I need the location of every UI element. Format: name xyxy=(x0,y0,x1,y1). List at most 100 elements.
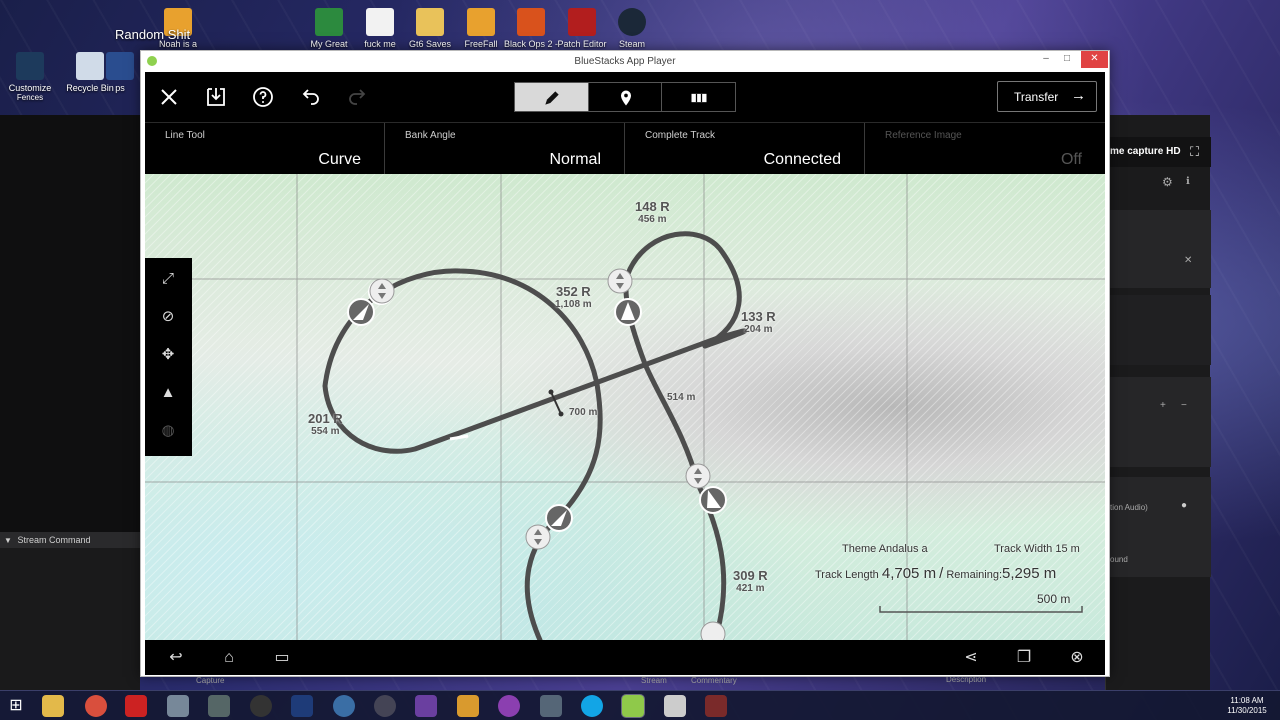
add-icon[interactable]: + xyxy=(1160,400,1166,411)
handle-diamond-b[interactable] xyxy=(607,268,633,294)
reference-image-value: Off xyxy=(1060,151,1082,168)
commentary-tab-label[interactable]: Commentary xyxy=(691,676,737,685)
reference-image-label: Reference Image xyxy=(885,130,962,141)
tab-layout[interactable] xyxy=(661,82,736,112)
capture-tab-label[interactable]: Capture xyxy=(196,676,224,685)
document-icon xyxy=(366,8,394,36)
tab-draw[interactable] xyxy=(514,82,589,112)
disabled-tool-icon: ◍ xyxy=(161,422,175,439)
complete-track-setting[interactable]: Complete Track Connected xyxy=(625,123,865,175)
bank-angle-label: Bank Angle xyxy=(405,130,456,141)
chrome-icon[interactable] xyxy=(85,695,107,717)
tab-location[interactable] xyxy=(588,82,662,112)
info-circle-icon[interactable]: ● xyxy=(1181,500,1187,511)
windows-taskbar: ⊞ 11:08 AM 11/30/2015 xyxy=(0,690,1280,720)
arrow-right-icon: → xyxy=(1071,87,1086,104)
home-icon[interactable]: ⌂ xyxy=(217,648,241,668)
capture-band-2 xyxy=(1106,377,1211,467)
file-explorer-icon[interactable] xyxy=(42,695,64,717)
columns-icon xyxy=(691,93,707,103)
window-title: BlueStacks App Player xyxy=(574,56,676,67)
maximize-button[interactable]: □ xyxy=(1057,51,1077,68)
settings-gear-icon[interactable]: ⚙ xyxy=(1162,175,1173,189)
app-icon-8[interactable] xyxy=(333,695,355,717)
window-mode-icon[interactable]: ❐ xyxy=(1012,648,1036,668)
bank-angle-setting[interactable]: Bank Angle Normal xyxy=(385,123,625,175)
app-icon-13[interactable] xyxy=(540,695,562,717)
window-titlebar[interactable]: BlueStacks App Player – □ ✕ xyxy=(141,51,1109,72)
handle-arrow-b[interactable] xyxy=(614,298,642,326)
line-tool-setting[interactable]: Line Tool Curve xyxy=(145,123,385,175)
close-app-icon[interactable]: ⊗ xyxy=(1065,648,1089,668)
stream-command-panel: ▼ Stream Command xyxy=(0,115,140,690)
ps-icon xyxy=(106,52,134,80)
recent-apps-icon[interactable]: ▭ xyxy=(270,648,294,668)
patch-editor-icon xyxy=(568,8,596,36)
taskbar-clock[interactable]: 11:08 AM 11/30/2015 xyxy=(1222,696,1272,716)
close-window-button[interactable]: ✕ xyxy=(1081,51,1108,68)
app-icon-4[interactable] xyxy=(167,695,189,717)
stream-tab-label[interactable]: Stream xyxy=(641,676,667,685)
visual-studio-icon[interactable] xyxy=(415,695,437,717)
app-icon-9[interactable] xyxy=(374,695,396,717)
track-editor-app: Transfer → Line Tool Curve Bank Angle No… xyxy=(145,72,1105,675)
map-pin-icon xyxy=(621,90,631,106)
tools-icon[interactable]: ✕ xyxy=(1184,255,1192,266)
app-icon-16[interactable] xyxy=(664,695,686,717)
app-icon-17[interactable] xyxy=(705,695,727,717)
desktop-icon-ps[interactable]: ps xyxy=(100,52,140,93)
handle-diamond-e[interactable] xyxy=(525,524,551,550)
stream-command-body xyxy=(0,548,140,690)
reference-image-setting[interactable]: Reference Image Off xyxy=(865,123,1105,175)
steam-icon xyxy=(618,8,646,36)
track-map-canvas[interactable]: ⤢ ⊘ ✥ ▲ ◍ 148 R 456 m 352 R 1,108 m 133 … xyxy=(145,174,1105,640)
handle-diamond-d[interactable] xyxy=(685,463,711,489)
app-icon-12[interactable] xyxy=(498,695,520,717)
fences-icon xyxy=(16,52,44,80)
move-icon[interactable]: ✥ xyxy=(157,344,179,366)
photoshop-icon[interactable] xyxy=(291,695,313,717)
track-path[interactable] xyxy=(322,268,747,640)
elevation-icon[interactable]: ▲ xyxy=(157,382,179,404)
help-icon[interactable] xyxy=(251,85,275,109)
transfer-button[interactable]: Transfer → xyxy=(997,81,1097,112)
segment-label-133r: 133 R 204 m xyxy=(741,309,776,335)
back-icon[interactable]: ↩ xyxy=(164,648,188,668)
transfer-label: Transfer xyxy=(1014,90,1059,104)
desktop-label-random: Random Shit xyxy=(115,27,191,42)
scale-label: 500 m xyxy=(1037,592,1071,606)
segment-label-148r: 148 R 456 m xyxy=(635,199,670,225)
compass-icon[interactable]: ⊘ xyxy=(157,306,179,328)
stream-command-header[interactable]: ▼ Stream Command xyxy=(0,532,140,548)
editor-toolbar: Transfer → xyxy=(145,72,1105,122)
sublime-taskbar-icon[interactable] xyxy=(457,695,479,717)
desktop-icon-steam[interactable]: Steam xyxy=(597,8,667,49)
complete-track-label: Complete Track xyxy=(645,130,716,141)
remove-icon[interactable]: − xyxy=(1181,400,1187,411)
capture-focus-icon[interactable]: ⛶ xyxy=(1190,144,1199,160)
save-icon[interactable] xyxy=(204,85,228,109)
folder-icon xyxy=(416,8,444,36)
undo-icon[interactable] xyxy=(299,85,323,109)
collapse-triangle-icon: ▼ xyxy=(4,536,12,545)
line-tool-value: Curve xyxy=(318,151,361,168)
skype-icon[interactable] xyxy=(581,695,603,717)
info-icon[interactable]: ℹ xyxy=(1186,176,1190,187)
app-icon-5[interactable] xyxy=(208,695,230,717)
handle-diamond-main[interactable] xyxy=(369,278,395,304)
segment-label-309r: 309 R 421 m xyxy=(733,568,768,594)
track-path-loop[interactable] xyxy=(623,231,742,640)
handle-arrow-d[interactable] xyxy=(699,486,727,514)
handle-arrow-a[interactable] xyxy=(347,298,375,326)
bluestacks-taskbar-icon[interactable] xyxy=(621,694,645,718)
track-width-info: Track Width 15 m xyxy=(994,543,1080,555)
start-button[interactable]: ⊞ xyxy=(5,695,27,717)
app-icon-6[interactable] xyxy=(250,695,272,717)
minimize-button[interactable]: – xyxy=(1036,51,1056,68)
share-icon[interactable]: ⋖ xyxy=(959,648,983,668)
filezilla-icon[interactable] xyxy=(125,695,147,717)
handle-arrow-e[interactable] xyxy=(545,504,573,532)
fit-screen-icon[interactable]: ⤢ xyxy=(157,268,179,290)
close-icon[interactable] xyxy=(157,85,181,109)
segment-label-514m: 514 m xyxy=(667,392,696,403)
